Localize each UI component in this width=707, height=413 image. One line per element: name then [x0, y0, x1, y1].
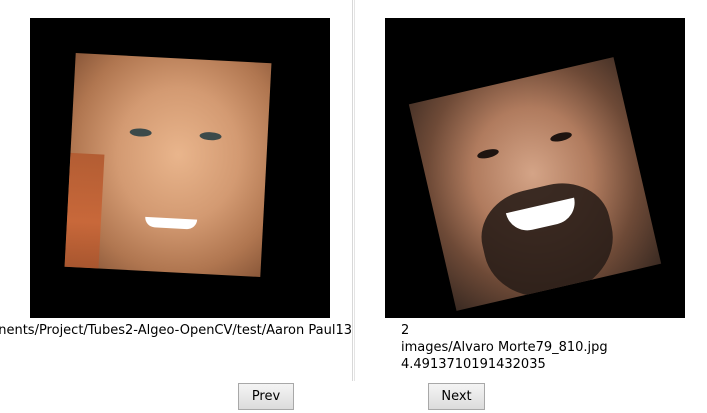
prev-button[interactable]: Prev	[238, 383, 294, 410]
query-image-path-text: nents/Project/Tubes2-Algeo-OpenCV/test/A…	[0, 323, 352, 338]
query-image-panel: nents/Project/Tubes2-Algeo-OpenCV/test/A…	[0, 0, 353, 381]
result-distance: 4.4913710191432035	[401, 357, 546, 372]
result-face-image	[385, 18, 685, 318]
result-face-photo	[408, 57, 662, 311]
left-eye	[129, 127, 152, 138]
right-eye	[199, 131, 222, 141]
next-button[interactable]: Next	[428, 383, 485, 410]
query-face-photo	[64, 53, 272, 277]
result-rank: 2	[401, 323, 410, 338]
result-image-panel: 2 images/Alvaro Morte79_810.jpg 4.491371…	[354, 0, 707, 381]
photo-background-strip	[64, 152, 105, 269]
query-image-path: nents/Project/Tubes2-Algeo-OpenCV/test/A…	[0, 322, 352, 339]
right-eye	[549, 130, 573, 144]
result-info: 2 images/Alvaro Morte79_810.jpg 4.491371…	[401, 322, 608, 373]
result-image-path: images/Alvaro Morte79_810.jpg	[401, 340, 608, 355]
left-eye	[476, 147, 500, 161]
beard	[472, 173, 624, 310]
mouth	[144, 216, 198, 230]
query-face-image	[30, 18, 330, 318]
